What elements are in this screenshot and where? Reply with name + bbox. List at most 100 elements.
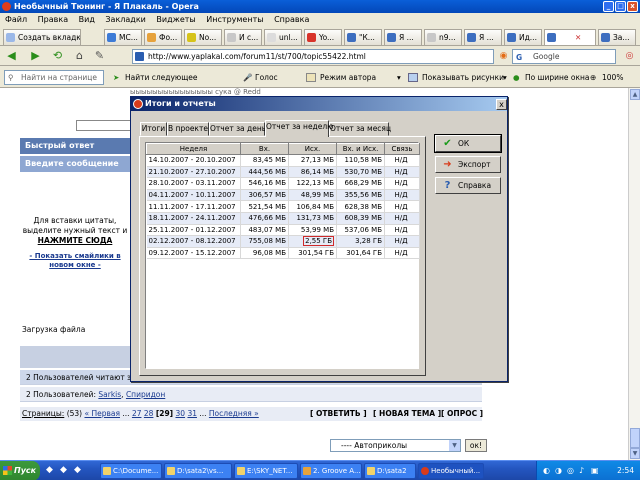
quicklaunch-icon[interactable]: ◆ [46,465,53,475]
menu-help[interactable]: Справка [274,15,309,24]
show-images-button[interactable]: Показывать рисунки [408,70,504,85]
browser-tab[interactable]: MC... [104,29,142,45]
menu-bookmarks[interactable]: Закладки [105,15,145,24]
quote-click-link[interactable]: НАЖМИТЕ СЮДА [20,236,130,246]
tab-totals[interactable]: Итоги [140,122,167,136]
fit-dropdown-arrow[interactable]: ▾ [503,70,507,85]
weekly-report-table[interactable]: Неделя Вх. Исх. Вх. и Исх. Связь 14.10.2… [145,142,420,369]
column-week[interactable]: Неделя [146,143,241,155]
taskbar-item-active[interactable]: Необычный... [418,463,484,479]
taskbar-item[interactable]: 2. Groove A... [300,463,362,479]
forum-jump-select[interactable]: ---- Автоприколы ▼ [330,439,461,452]
wand-icon[interactable]: ✎ [92,49,107,63]
column-connection[interactable]: Связь [384,143,420,155]
scroll-up-icon[interactable]: ▲ [630,89,640,100]
table-row[interactable]: 28.10.2007 - 03.11.2007 546,16 МБ 122,13 М… [146,177,420,190]
quicklaunch-icon[interactable]: ◆ [74,465,81,475]
browser-tab[interactable]: Я ... [464,29,502,45]
tray-icon[interactable]: ◎ [567,461,574,480]
table-row[interactable]: 02.12.2007 - 08.12.2007 755,08 МБ 2,55 ГБ 3… [146,235,420,248]
tab-in-project[interactable]: В проекте [167,122,209,136]
taskbar-item[interactable]: D:\sata2\vs... [164,463,232,479]
reply-button[interactable]: [ ОТВЕТИТЬ ] [310,407,367,421]
page-scrollbar[interactable]: ▲ ▼ [628,88,640,460]
create-tab-button[interactable]: Создать вкладку [3,29,81,45]
volume-icon[interactable]: ♪ [579,461,584,480]
table-row[interactable]: 04.11.2007 - 10.11.2007 306,57 МБ 48,99 МБ… [146,189,420,202]
help-button[interactable]: ? Справка [435,177,501,194]
tab-close-icon[interactable]: ✕ [575,30,581,45]
column-in-out[interactable]: Вх. и Исх. [336,143,385,155]
start-button[interactable]: Пуск [0,461,40,480]
poll-button[interactable]: [ ОПРОС ] [441,407,483,421]
tab-day-report[interactable]: Отчет за день [209,122,266,136]
page-link-28[interactable]: 28 [144,409,154,418]
export-button[interactable]: ➜ Экспорт [435,156,501,173]
menu-file[interactable]: Файл [5,15,27,24]
back-arrow-icon[interactable]: ◀ [4,49,19,63]
jump-ok-button[interactable]: ок! [465,439,487,452]
browser-tab[interactable]: unl... [264,29,302,45]
ok-button[interactable]: ✔ ОК [434,134,502,153]
search-input[interactable]: G Google [512,49,616,64]
dialog-close-button[interactable]: x [496,99,507,110]
home-icon[interactable]: ⌂ [72,49,87,63]
browser-tab[interactable]: Ид... [504,29,542,45]
menu-edit[interactable]: Правка [38,15,68,24]
user-link[interactable]: Sarkis [98,390,121,399]
column-in[interactable]: Вх. [240,143,289,155]
user-link[interactable]: Спиридон [126,390,165,399]
menu-tools[interactable]: Инструменты [206,15,263,24]
menu-view[interactable]: Вид [79,15,95,24]
scroll-thumb[interactable] [630,428,640,448]
find-input[interactable]: ⚲ Найти на странице [4,70,104,85]
quicklaunch-icon[interactable]: ◆ [60,465,67,475]
page-link-30[interactable]: 30 [176,409,186,418]
browser-tab[interactable]: Фо... [144,29,182,45]
browser-tab[interactable]: n9... [424,29,462,45]
maximize-button[interactable]: □ [615,1,626,12]
page-link-31[interactable]: 31 [187,409,197,418]
scroll-down-icon[interactable]: ▼ [630,448,640,459]
tray-icon[interactable]: ▣ [591,461,599,480]
rewind-icon[interactable]: ⟲ [50,49,65,63]
browser-tab[interactable]: No... [184,29,222,45]
tray-icon[interactable]: ◑ [555,461,562,480]
table-row[interactable]: 25.11.2007 - 01.12.2007 483,07 МБ 53,99 МБ… [146,224,420,237]
table-row[interactable]: 11.11.2007 - 17.11.2007 521,54 МБ 106,84 М… [146,200,420,213]
minimize-button[interactable]: _ [603,1,614,12]
page-link-27[interactable]: 27 [132,409,142,418]
table-row[interactable]: 21.10.2007 - 27.10.2007 444,56 МБ 86,14 МБ… [146,166,420,179]
forward-arrow-icon[interactable]: ▶ [28,49,43,63]
new-topic-button[interactable]: [ НОВАЯ ТЕМА ] [373,407,441,421]
browser-tab[interactable]: И с... [224,29,262,45]
images-dropdown-arrow[interactable]: ▾ [397,70,401,85]
table-row[interactable]: 18.11.2007 - 24.11.2007 476,66 МБ 131,73 М… [146,212,420,225]
taskbar-item[interactable]: C:\Docume... [100,463,162,479]
search-go-icon[interactable]: ◎ [622,49,637,63]
browser-tab[interactable]: Yo... [304,29,342,45]
taskbar-item[interactable]: D:\sata2 [364,463,416,479]
tray-icon[interactable]: ◐ [543,461,550,480]
column-out[interactable]: Исх. [288,143,337,155]
menu-widgets[interactable]: Виджеты [156,15,195,24]
zoom-control[interactable]: ⊕ 100% [590,70,623,85]
taskbar-item[interactable]: E:\SKY_NET... [234,463,298,479]
browser-tab-active[interactable]: ✕ [544,29,596,45]
close-button[interactable]: x [627,1,638,12]
show-smilies-link[interactable]: - Показать смайлики в новом окне - [20,252,130,270]
quick-input-box[interactable] [76,120,134,131]
author-mode-button[interactable]: Режим автора [306,70,376,85]
browser-tab[interactable]: Я ... [384,29,422,45]
fit-width-button[interactable]: ● По ширине окна [513,70,590,85]
rss-icon[interactable]: ◉ [496,49,511,63]
find-next-button[interactable]: ➤ Найти следующее [113,70,198,85]
table-row[interactable]: 14.10.2007 - 20.10.2007 83,45 МБ 27,13 МБ 1… [146,154,420,167]
browser-tab[interactable]: "К... [344,29,382,45]
voice-button[interactable]: 🎤 Голос [243,70,278,85]
last-page-link[interactable]: Последняя » [209,409,259,418]
tab-week-report[interactable]: Отчет за неделю [265,120,333,137]
address-field[interactable]: http://www.yaplakal.com/forum11/st/700/t… [132,49,494,64]
browser-tab[interactable]: За... [598,29,636,45]
first-page-link[interactable]: « Первая [84,409,120,418]
